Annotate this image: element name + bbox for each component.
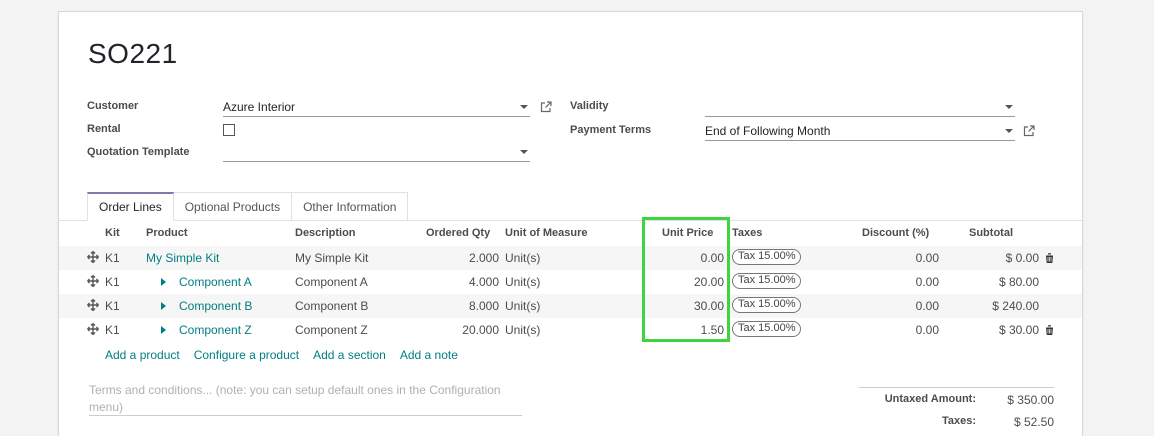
caret-right-icon bbox=[161, 302, 166, 310]
cell-product[interactable]: Component B bbox=[179, 299, 252, 313]
cell-unit-price: 0.00 bbox=[700, 251, 724, 265]
cell-discount: 0.00 bbox=[915, 275, 939, 289]
terms-and-conditions-field[interactable]: Terms and conditions... (note: you can s… bbox=[89, 382, 522, 416]
quotation-template-label: Quotation Template bbox=[87, 146, 190, 158]
tax-badge: Tax 15.00% bbox=[732, 249, 802, 265]
payment-terms-value: End of Following Month bbox=[705, 124, 831, 138]
tax-badge: Tax 15.00% bbox=[732, 273, 802, 289]
line-actions: Add a product Configure a product Add a … bbox=[105, 348, 458, 362]
cell-description: Component A bbox=[295, 275, 368, 289]
add-product-link[interactable]: Add a product bbox=[105, 348, 180, 362]
cell-uom: Unit(s) bbox=[505, 251, 541, 265]
form-sheet: SO221 Customer Azure Interior Rental Quo… bbox=[58, 11, 1083, 436]
add-note-link[interactable]: Add a note bbox=[400, 348, 458, 362]
table-row[interactable]: K1 Component B Component B 8.000 Unit(s)… bbox=[59, 294, 1082, 318]
taxes-label: Taxes: bbox=[941, 415, 976, 427]
chevron-down-icon[interactable] bbox=[1005, 105, 1013, 109]
column-ordered-qty[interactable]: Ordered Qty bbox=[426, 227, 490, 239]
cell-discount: 0.00 bbox=[915, 251, 939, 265]
cell-ordered-qty: 4.000 bbox=[468, 275, 499, 289]
customer-label: Customer bbox=[87, 100, 139, 112]
cell-product[interactable]: Component A bbox=[179, 275, 252, 289]
cell-discount: 0.00 bbox=[915, 323, 939, 337]
cell-kit: K1 bbox=[105, 275, 120, 289]
table-row[interactable]: K1 Component Z Component Z 20.000 Unit(s… bbox=[59, 318, 1082, 342]
cell-ordered-qty: 8.000 bbox=[468, 299, 499, 313]
cell-ordered-qty: 20.000 bbox=[462, 323, 499, 337]
cell-uom: Unit(s) bbox=[505, 299, 541, 313]
record-title: SO221 bbox=[88, 38, 178, 69]
taxes-value: $ 52.50 bbox=[1013, 415, 1054, 429]
cell-subtotal: $ 30.00 bbox=[998, 323, 1039, 337]
cell-ordered-qty: 2.000 bbox=[468, 251, 499, 265]
payment-terms-field[interactable]: End of Following Month bbox=[705, 121, 1015, 141]
payment-terms-label: Payment Terms bbox=[570, 124, 652, 136]
cell-unit-price: 1.50 bbox=[700, 323, 724, 337]
tax-badge: Tax 15.00% bbox=[732, 297, 802, 313]
drag-handle-icon[interactable] bbox=[87, 275, 99, 287]
trash-icon[interactable] bbox=[1045, 324, 1054, 335]
cell-uom: Unit(s) bbox=[505, 323, 541, 337]
order-lines-header: Kit Product Description Ordered Qty Unit… bbox=[59, 222, 1082, 246]
cell-subtotal: $ 0.00 bbox=[1005, 251, 1039, 265]
chevron-down-icon[interactable] bbox=[1005, 129, 1013, 133]
cell-description: Component B bbox=[295, 299, 369, 313]
cell-discount: 0.00 bbox=[915, 299, 939, 313]
configure-product-link[interactable]: Configure a product bbox=[194, 348, 299, 362]
table-row[interactable]: K1 Component A Component A 4.000 Unit(s)… bbox=[59, 270, 1082, 294]
trash-icon[interactable] bbox=[1045, 252, 1054, 263]
untaxed-amount-row: Untaxed Amount: $ 350.00 bbox=[859, 393, 1054, 413]
external-link-icon[interactable] bbox=[540, 101, 552, 113]
tax-badge: Tax 15.00% bbox=[732, 321, 802, 337]
rental-label: Rental bbox=[87, 123, 121, 135]
column-kit[interactable]: Kit bbox=[105, 227, 120, 239]
cell-kit: K1 bbox=[105, 251, 120, 265]
cell-unit-price: 20.00 bbox=[693, 275, 724, 289]
chevron-down-icon[interactable] bbox=[520, 150, 528, 154]
validity-label: Validity bbox=[570, 100, 609, 112]
column-discount[interactable]: Discount (%) bbox=[862, 227, 929, 239]
caret-right-icon bbox=[161, 278, 166, 286]
column-unit-of-measure[interactable]: Unit of Measure bbox=[505, 227, 588, 239]
cell-description: Component Z bbox=[295, 323, 368, 337]
untaxed-amount-label: Untaxed Amount: bbox=[884, 393, 976, 405]
column-product[interactable]: Product bbox=[146, 227, 188, 239]
tab-order-lines[interactable]: Order Lines bbox=[87, 192, 174, 221]
table-row[interactable]: K1 My Simple Kit My Simple Kit 2.000 Uni… bbox=[59, 246, 1082, 270]
cell-description: My Simple Kit bbox=[295, 251, 369, 265]
quotation-template-field[interactable] bbox=[223, 142, 530, 162]
cell-uom: Unit(s) bbox=[505, 275, 541, 289]
column-description[interactable]: Description bbox=[295, 227, 356, 239]
validity-field[interactable] bbox=[705, 97, 1015, 117]
caret-right-icon bbox=[161, 326, 166, 334]
cell-product[interactable]: Component Z bbox=[179, 323, 252, 337]
chevron-down-icon[interactable] bbox=[520, 105, 528, 109]
cell-subtotal: $ 240.00 bbox=[992, 299, 1039, 313]
external-link-icon[interactable] bbox=[1023, 125, 1035, 137]
drag-handle-icon[interactable] bbox=[87, 251, 99, 263]
drag-handle-icon[interactable] bbox=[87, 299, 99, 311]
column-taxes[interactable]: Taxes bbox=[732, 227, 762, 239]
add-section-link[interactable]: Add a section bbox=[313, 348, 386, 362]
notebook-tabs: Order Lines Optional Products Other Info… bbox=[87, 192, 409, 221]
cell-kit: K1 bbox=[105, 299, 120, 313]
column-unit-price[interactable]: Unit Price bbox=[662, 227, 713, 239]
drag-handle-icon[interactable] bbox=[87, 323, 99, 335]
customer-value: Azure Interior bbox=[223, 100, 296, 114]
tab-other-information[interactable]: Other Information bbox=[292, 192, 409, 221]
customer-field[interactable]: Azure Interior bbox=[223, 97, 530, 117]
column-subtotal[interactable]: Subtotal bbox=[969, 227, 1013, 239]
taxes-row: Taxes: $ 52.50 bbox=[859, 415, 1054, 435]
totals-divider bbox=[859, 387, 1054, 388]
cell-product[interactable]: My Simple Kit bbox=[146, 251, 219, 265]
rental-checkbox[interactable] bbox=[223, 124, 235, 136]
cell-subtotal: $ 80.00 bbox=[998, 275, 1039, 289]
cell-kit: K1 bbox=[105, 323, 120, 337]
untaxed-amount-value: $ 350.00 bbox=[1007, 393, 1054, 407]
cell-unit-price: 30.00 bbox=[693, 299, 724, 313]
tab-optional-products[interactable]: Optional Products bbox=[173, 192, 293, 221]
